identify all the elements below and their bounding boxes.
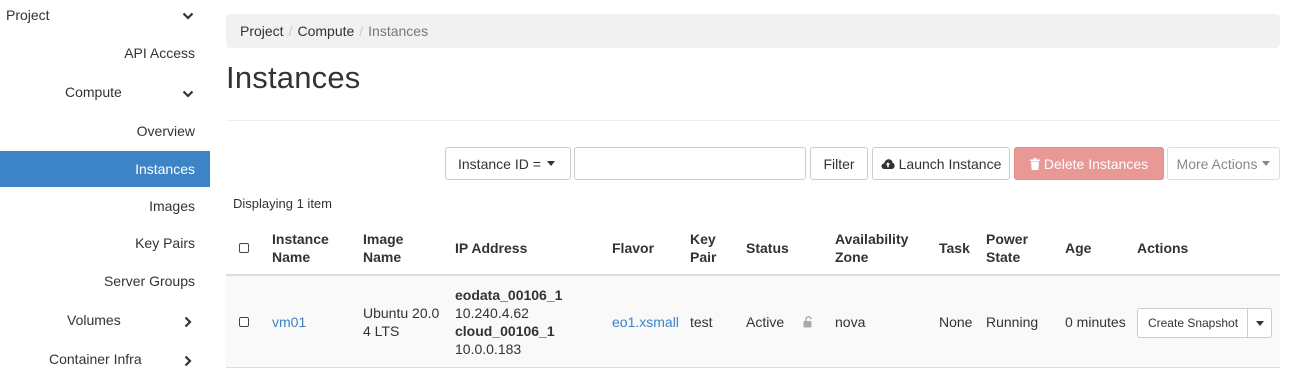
- divider: [226, 120, 1280, 121]
- breadcrumb-project[interactable]: Project: [240, 23, 284, 39]
- sidebar-item-label: Overview: [136, 123, 195, 139]
- breadcrumb-instances: Instances: [368, 23, 429, 39]
- chevron-down-icon: [182, 88, 194, 100]
- breadcrumb-separator: /: [359, 23, 364, 39]
- network-name: eodata_00106_1: [455, 287, 563, 303]
- caret-down-icon: [546, 161, 555, 166]
- power-state-cell: Running: [986, 314, 1039, 330]
- image-name-cell: Ubuntu 20.0 4 LTS: [363, 304, 439, 340]
- more-actions-label: More Actions: [1176, 155, 1258, 172]
- sidebar-item-label: Images: [149, 198, 195, 214]
- filter-field-dropdown[interactable]: Instance ID =: [445, 147, 571, 180]
- ip-value: 10.0.0.183: [455, 341, 522, 357]
- flavor-link[interactable]: eo1.xsmall: [612, 313, 679, 331]
- header-label: Availability: [835, 231, 909, 247]
- breadcrumb: Project / Compute / Instances: [226, 14, 1280, 48]
- row-select-checkbox[interactable]: [239, 317, 249, 327]
- header-actions: Actions: [1137, 240, 1189, 256]
- header-label: Image: [363, 231, 404, 247]
- header-instance-name[interactable]: Instance Name: [272, 230, 329, 266]
- header-image-name[interactable]: Image Name: [363, 230, 403, 266]
- header-label: Zone: [835, 249, 869, 265]
- availability-zone-cell: nova: [835, 314, 866, 330]
- age-cell: 0 minutes: [1065, 314, 1126, 330]
- caret-down-icon: [1255, 320, 1264, 326]
- sidebar-item-instances[interactable]: Instances: [0, 151, 210, 187]
- instance-name-link[interactable]: vm01: [272, 313, 306, 331]
- header-age[interactable]: Age: [1065, 239, 1091, 257]
- header-ip-address[interactable]: IP Address: [455, 239, 527, 257]
- cell-text: 4 LTS: [363, 323, 400, 339]
- ip-address-cell: eodata_00106_1 10.240.4.62 cloud_00106_1…: [455, 286, 562, 358]
- filter-button[interactable]: Filter: [810, 147, 868, 180]
- header-label: Power: [986, 231, 1029, 247]
- header-status[interactable]: Status: [746, 239, 789, 257]
- row-actions-dropdown[interactable]: [1247, 308, 1272, 338]
- header-label: Key: [690, 231, 716, 247]
- chevron-right-icon: [182, 355, 194, 367]
- sidebar-item-images[interactable]: Images: [0, 188, 210, 224]
- sidebar-item-label: Container Infra: [49, 351, 142, 367]
- header-label: Name: [272, 249, 311, 265]
- filter-input[interactable]: [574, 147, 806, 180]
- task-cell: None: [939, 314, 973, 330]
- sidebar-item-volumes[interactable]: Volumes: [0, 302, 210, 338]
- sidebar-item-overview[interactable]: Overview: [0, 113, 210, 149]
- cell-text: Ubuntu 20.0: [363, 305, 440, 321]
- create-snapshot-button[interactable]: Create Snapshot: [1137, 308, 1248, 338]
- header-availability-zone[interactable]: Availability Zone: [835, 230, 908, 266]
- trash-icon: [1029, 157, 1040, 170]
- header-flavor[interactable]: Flavor: [612, 239, 654, 257]
- displaying-count: Displaying 1 item: [233, 196, 332, 211]
- delete-instances-label: Delete Instances: [1043, 155, 1149, 172]
- network-name: cloud_00106_1: [455, 323, 555, 339]
- unlock-icon: [803, 315, 815, 328]
- sidebar-item-server-groups[interactable]: Server Groups: [0, 263, 210, 299]
- header-key-pair[interactable]: Key Pair: [690, 230, 716, 266]
- sidebar-item-label: Project: [6, 7, 50, 23]
- caret-down-icon: [1262, 161, 1271, 166]
- filter-button-label: Filter: [823, 155, 855, 172]
- breadcrumb-separator: /: [288, 23, 293, 39]
- create-snapshot-label: Create Snapshot: [1147, 316, 1239, 330]
- breadcrumb-compute[interactable]: Compute: [297, 23, 354, 39]
- header-label: Name: [363, 249, 402, 265]
- key-pair-cell: test: [690, 314, 713, 330]
- sidebar-item-label: Compute: [65, 84, 122, 100]
- header-label: State: [986, 249, 1021, 265]
- header-label: Pair: [690, 249, 717, 265]
- header-task[interactable]: Task: [939, 239, 970, 257]
- chevron-down-icon: [182, 10, 194, 22]
- sidebar-item-compute[interactable]: Compute: [0, 74, 210, 110]
- select-all-checkbox[interactable]: [239, 243, 249, 253]
- sidebar-item-label: API Access: [124, 45, 195, 61]
- sidebar-item-project[interactable]: Project: [0, 0, 210, 33]
- chevron-right-icon: [182, 316, 194, 328]
- more-actions-button[interactable]: More Actions: [1167, 147, 1280, 180]
- delete-instances-button[interactable]: Delete Instances: [1014, 147, 1164, 180]
- sidebar-item-label: Server Groups: [103, 273, 195, 289]
- filter-field-label: Instance ID =: [458, 155, 541, 172]
- page-title: Instances: [226, 60, 361, 95]
- cloud-upload-icon: [881, 158, 895, 170]
- sidebar-item-container-infra[interactable]: Container Infra: [0, 341, 210, 371]
- sidebar-item-api-access[interactable]: API Access: [0, 35, 210, 71]
- header-label: Instance: [272, 231, 329, 247]
- sidebar-item-label: Volumes: [67, 312, 121, 328]
- sidebar: Project API Access Compute Overview Inst…: [0, 0, 210, 371]
- sidebar-item-key-pairs[interactable]: Key Pairs: [0, 225, 210, 261]
- sidebar-item-label: Key Pairs: [135, 235, 195, 251]
- launch-instance-button[interactable]: Launch Instance: [872, 147, 1010, 180]
- launch-instance-label: Launch Instance: [898, 155, 1002, 172]
- sidebar-item-label: Instances: [135, 161, 195, 177]
- status-cell: Active: [746, 314, 785, 330]
- header-power-state[interactable]: Power State: [986, 230, 1028, 266]
- ip-value: 10.240.4.62: [455, 305, 529, 321]
